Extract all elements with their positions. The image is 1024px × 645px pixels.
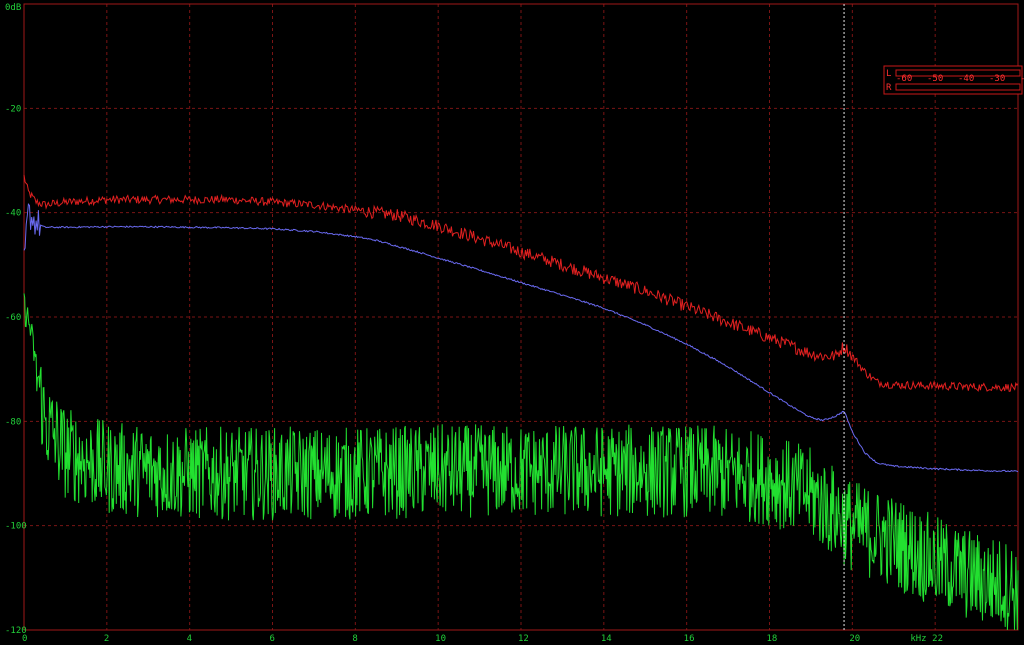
x-tick-label: 8	[352, 634, 357, 644]
x-tick-label: 20	[849, 634, 860, 644]
y-tick-label: 0dB	[5, 3, 21, 13]
y-tick-label: -20	[5, 104, 21, 114]
y-tick-label: -100	[5, 522, 27, 532]
y-tick-label: -40	[5, 209, 21, 219]
meter-scale-label: -2	[1020, 74, 1024, 84]
x-tick-label: 10	[435, 634, 446, 644]
meter-scale-label: -50	[927, 74, 943, 84]
y-tick-label: -80	[5, 417, 21, 427]
spectrum-chart: 0dB-20-40-60-80-100-120 0 2 4 6 8 10 12 14 16 18 2…	[0, 0, 1024, 645]
level-meter: LR -60 -50 -40 -30 -2	[883, 65, 1024, 95]
x-tick-label: 18	[767, 634, 778, 644]
x-tick-label: 12	[518, 634, 529, 644]
x-tick-label: 4	[187, 634, 192, 644]
x-tick-label: 14	[601, 634, 612, 644]
meter-scale-label: -30	[989, 74, 1005, 84]
x-tick-label: 0	[22, 634, 27, 644]
x-tick-label: 2	[104, 634, 109, 644]
y-tick-label: -60	[5, 313, 21, 323]
meter-scale-label: -40	[958, 74, 974, 84]
x-tick-label: 6	[270, 634, 275, 644]
x-tick-label: 22	[932, 634, 943, 644]
x-tick-label: 16	[684, 634, 695, 644]
x-axis-unit-label: kHz	[910, 634, 926, 644]
meter-channel-label: R	[886, 83, 892, 93]
meter-channel-label: L	[886, 69, 891, 79]
meter-scale-label: -60	[896, 74, 912, 84]
